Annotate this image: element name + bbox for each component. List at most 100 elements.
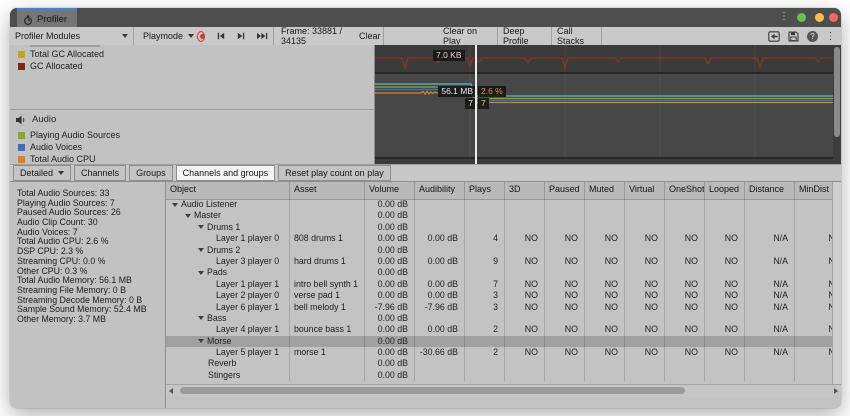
tab-groups[interactable]: Groups bbox=[129, 165, 173, 181]
previous-frame-button[interactable] bbox=[212, 27, 230, 45]
legend-item-playing-audio-sources[interactable]: Playing Audio Sources bbox=[10, 129, 374, 141]
column-header-3d[interactable]: 3D bbox=[505, 182, 545, 199]
chart-vertical-scrollbar[interactable] bbox=[833, 45, 841, 164]
column-header-paused[interactable]: Paused bbox=[545, 182, 585, 199]
chart-area[interactable]: 7.0 KB 56.1 MB 2.6 % 7 7 bbox=[375, 45, 841, 164]
column-header-muted[interactable]: Muted bbox=[585, 182, 625, 199]
current-frame-button[interactable] bbox=[252, 27, 274, 45]
table-row[interactable]: Stingers0.00 dB bbox=[166, 370, 841, 381]
expand-arrow-icon[interactable] bbox=[198, 271, 204, 275]
cell-audibility bbox=[415, 267, 465, 278]
current-frame-playhead[interactable] bbox=[475, 45, 477, 164]
load-profile-button[interactable] bbox=[766, 29, 781, 43]
scroll-left-arrow[interactable] bbox=[169, 388, 173, 394]
cell-volume: 0.00 dB bbox=[365, 199, 415, 210]
deep-profile-button[interactable]: Deep Profile bbox=[498, 27, 552, 45]
cell-asset: verse pad 1 bbox=[290, 290, 365, 301]
expand-arrow-icon[interactable] bbox=[172, 203, 178, 207]
help-icon: ? bbox=[807, 31, 818, 42]
table-row[interactable]: Layer 4 player 1bounce bass 10.00 dB0.00… bbox=[166, 324, 841, 335]
cell-d3 bbox=[505, 199, 545, 210]
scrollbar-thumb[interactable] bbox=[180, 387, 685, 394]
window-button-green[interactable] bbox=[797, 13, 806, 22]
table-row[interactable]: Layer 3 player 0hard drums 10.00 dB0.00 … bbox=[166, 256, 841, 267]
record-button[interactable] bbox=[192, 27, 210, 45]
table-row[interactable]: Layer 1 player 1intro bell synth 10.00 d… bbox=[166, 279, 841, 290]
window-button-red[interactable] bbox=[829, 13, 838, 22]
column-header-volume[interactable]: Volume bbox=[365, 182, 415, 199]
legend-item-audio-voices[interactable]: Audio Voices bbox=[10, 141, 374, 153]
legend-item-total-gc-allocated[interactable]: Total GC Allocated bbox=[10, 48, 374, 60]
chart-scrollbar-thumb[interactable] bbox=[834, 47, 840, 137]
cell-plays bbox=[465, 199, 505, 210]
table-row[interactable]: Reverb0.00 dB bbox=[166, 358, 841, 369]
column-header-oneshot[interactable]: OneShot bbox=[665, 182, 705, 199]
save-profile-button[interactable] bbox=[786, 29, 801, 43]
toolbar-menu-button[interactable]: ⋮ bbox=[823, 29, 838, 43]
table-row[interactable]: Drums 20.00 dB bbox=[166, 245, 841, 256]
call-stacks-button[interactable]: Call Stacks bbox=[552, 27, 602, 45]
expand-arrow-icon[interactable] bbox=[198, 225, 204, 229]
table-row[interactable]: Master0.00 dB bbox=[166, 210, 841, 221]
expand-arrow-icon[interactable] bbox=[198, 248, 204, 252]
cell-d3 bbox=[505, 267, 545, 278]
column-header-looped[interactable]: Looped bbox=[705, 182, 745, 199]
table-row[interactable]: Audio Listener0.00 dB bbox=[166, 199, 841, 210]
table-row[interactable]: Layer 6 player 1bell melody 1-7.96 dB-7.… bbox=[166, 302, 841, 313]
cell-looped: NO bbox=[705, 290, 745, 301]
cell-d3 bbox=[505, 313, 545, 324]
memory-chart[interactable]: 7.0 KB bbox=[375, 45, 841, 72]
cell-oneshot bbox=[665, 199, 705, 210]
expand-arrow-icon[interactable] bbox=[198, 316, 204, 320]
cell-muted: NO bbox=[585, 302, 625, 313]
profiler-modules-dropdown[interactable]: Profiler Modules bbox=[10, 27, 134, 45]
table-row[interactable]: Drums 10.00 dB bbox=[166, 222, 841, 233]
column-header-virtual[interactable]: Virtual bbox=[625, 182, 665, 199]
playmode-dropdown[interactable]: Playmode bbox=[138, 27, 188, 45]
cell-muted: NO bbox=[585, 347, 625, 358]
column-header-asset[interactable]: Asset bbox=[290, 182, 365, 199]
audio-chart[interactable]: 56.1 MB 2.6 % 7 7 bbox=[375, 74, 841, 157]
table-row[interactable]: Layer 2 player 0verse pad 10.00 dB0.00 d… bbox=[166, 290, 841, 301]
expand-arrow-icon[interactable] bbox=[185, 214, 191, 218]
tab-channels[interactable]: Channels bbox=[74, 165, 126, 181]
scroll-right-arrow[interactable] bbox=[834, 388, 838, 394]
table-row[interactable]: Bass0.00 dB bbox=[166, 313, 841, 324]
audio-module-header[interactable]: Audio bbox=[16, 114, 56, 125]
clear-button[interactable]: Clear bbox=[354, 27, 384, 45]
clear-on-play-button[interactable]: Clear on Play bbox=[438, 27, 498, 45]
column-header-distance[interactable]: Distance bbox=[745, 182, 795, 199]
titlebar-menu-icon[interactable]: ⋮ bbox=[779, 11, 789, 22]
column-header-plays[interactable]: Plays bbox=[465, 182, 505, 199]
tab-channels-and-groups[interactable]: Channels and groups bbox=[176, 165, 276, 181]
window-button-yellow[interactable] bbox=[815, 13, 824, 22]
legend-item-gc-allocated[interactable]: GC Allocated bbox=[10, 60, 374, 72]
expand-arrow-icon[interactable] bbox=[198, 339, 204, 343]
table-row[interactable]: Layer 5 player 1morse 10.00 dB-30.66 dB2… bbox=[166, 347, 841, 358]
cell-d3 bbox=[505, 370, 545, 381]
table-row[interactable]: Pads0.00 dB bbox=[166, 267, 841, 278]
cell-virtual bbox=[625, 267, 665, 278]
cell-muted bbox=[585, 210, 625, 221]
column-header-object[interactable]: Object bbox=[166, 182, 290, 199]
table-row[interactable]: Layer 1 player 0808 drums 10.00 dB0.00 d… bbox=[166, 233, 841, 244]
cell-volume: 0.00 dB bbox=[365, 324, 415, 335]
cell-virtual bbox=[625, 358, 665, 369]
cell-distance bbox=[745, 222, 795, 233]
horizontal-scrollbar[interactable] bbox=[166, 384, 841, 397]
profiler-tab[interactable]: Profiler bbox=[17, 8, 77, 29]
reset-play-count-button[interactable]: Reset play count on play bbox=[278, 165, 391, 181]
next-frame-button[interactable] bbox=[232, 27, 250, 45]
legend-item-total-audio-cpu[interactable]: Total Audio CPU bbox=[10, 153, 374, 164]
cell-paused: NO bbox=[545, 279, 585, 290]
kebab-menu-icon: ⋮ bbox=[826, 31, 836, 42]
cell-looped: NO bbox=[705, 279, 745, 290]
table-row[interactable]: Morse0.00 dB bbox=[166, 336, 841, 347]
cell-oneshot bbox=[665, 267, 705, 278]
detailed-dropdown[interactable]: Detailed bbox=[13, 165, 71, 181]
cell-object: Bass bbox=[166, 313, 290, 324]
table-vertical-scrollbar[interactable] bbox=[832, 182, 841, 384]
column-header-audibility[interactable]: Audibility bbox=[415, 182, 465, 199]
help-button[interactable]: ? bbox=[805, 29, 820, 43]
cell-object: Layer 5 player 1 bbox=[166, 347, 290, 358]
